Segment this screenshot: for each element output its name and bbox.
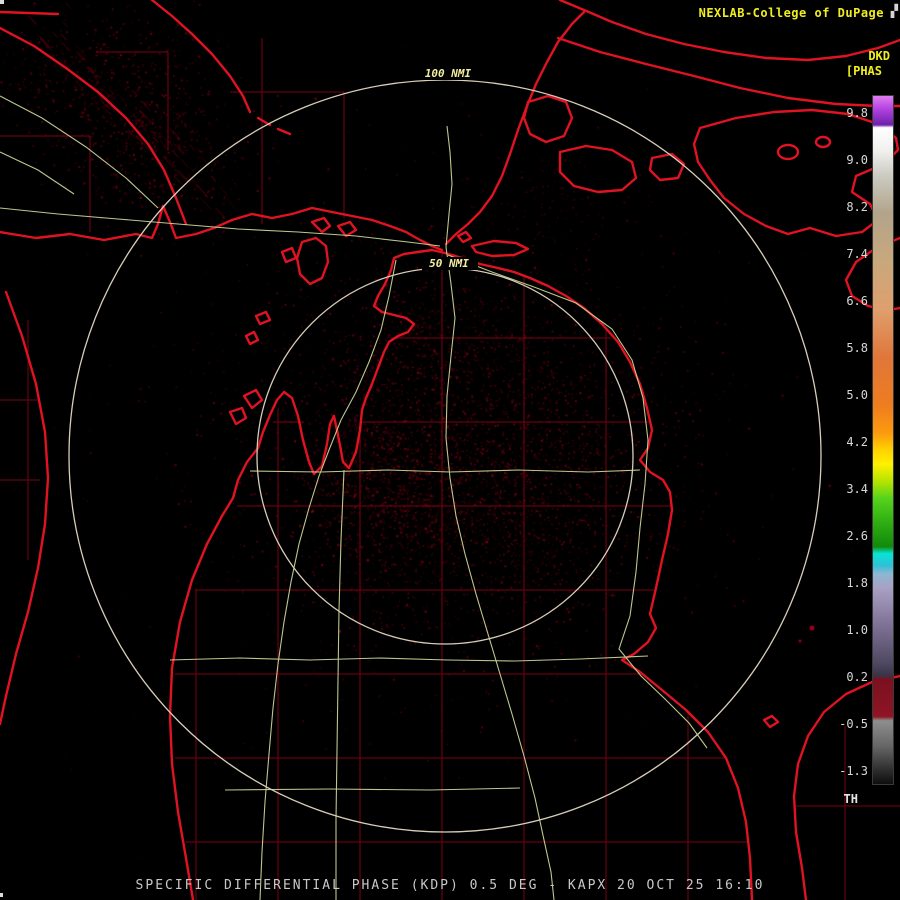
colorbar-tick-label: 1.0 [846, 623, 868, 637]
colorbar-tick-label: 1.8 [846, 576, 868, 590]
colorbar-tick-label: 5.8 [846, 341, 868, 355]
base-map: 50 NMI 100 NMI [0, 0, 900, 900]
colorbar-tick-label: 3.4 [846, 482, 868, 496]
upper-peninsula-county-lines [0, 38, 345, 232]
colorbar-tick-label: 4.2 [846, 435, 868, 449]
st-joseph-drummond-islands [522, 94, 686, 194]
radar-display: 50 NMI 100 NMI NEXLAB-College of DuPage … [0, 0, 900, 900]
frame-corner-marks [0, 0, 4, 897]
lower-michigan-west-coast [168, 248, 447, 900]
wisconsin-lake-michigan-shore [0, 290, 50, 726]
road-wisconsin-1 [0, 95, 159, 209]
colorbar-tick-label: -0.5 [839, 717, 868, 731]
brand-text: NEXLAB-College of DuPage [698, 6, 884, 20]
top-left-border-segment [0, 10, 60, 16]
colorbar-units-label: [PHAS [845, 64, 882, 78]
road-us31-west [259, 259, 397, 900]
shorelines [0, 0, 900, 900]
lower-peninsula-county-grid [172, 253, 752, 900]
colorbar-tick-label: 6.6 [846, 294, 868, 308]
colorbar-tick-label: 7.4 [846, 247, 868, 261]
colorbar-tick-label: 2.6 [846, 529, 868, 543]
road-wisconsin-2 [0, 151, 75, 195]
colorbar-gradient [872, 95, 894, 785]
road-us2-upper-peninsula [0, 207, 441, 247]
colorbar-tick-label: 5.0 [846, 388, 868, 402]
range-ring-50nmi-label: 50 NMI [429, 257, 469, 270]
road-m66-south [335, 469, 345, 900]
county-borders [0, 38, 900, 900]
door-peninsula-shore [150, 0, 292, 136]
green-bay-west-shore [0, 26, 188, 226]
range-ring-50nmi [256, 267, 634, 645]
road-us10-east-west [169, 655, 649, 662]
range-ring-100nmi-label: 100 NMI [425, 67, 472, 80]
road-i75-north [445, 125, 453, 248]
colorbar-product-label: DKD [868, 49, 890, 63]
range-rings: 50 NMI 100 NMI [68, 67, 822, 833]
st-marys-river-shore [444, 10, 586, 246]
range-ring-100nmi [68, 79, 822, 833]
lake-michigan-islands [228, 216, 358, 426]
straits-islands [456, 230, 530, 258]
colorbar-tick-label: -1.3 [839, 764, 868, 778]
product-caption: SPECIFIC DIFFERENTIAL PHASE (KDP) 0.5 DE… [135, 878, 765, 893]
colorbar-tick-label: 9.8 [846, 106, 868, 120]
wisconsin-county-lines [0, 320, 40, 560]
colorbar-bottom-label: TH [843, 792, 858, 806]
colorbar-tick-label: 0.2 [846, 670, 868, 684]
road-i75-south [445, 246, 555, 900]
colorbar-tick-label: 9.0 [846, 153, 868, 167]
road-m72-east-west [249, 469, 641, 473]
colorbar-ticks: 9.8 9.0 8.2 7.4 6.6 5.8 5.0 4.2 3.4 2.6 1.8 1.0 0.2 -… [824, 95, 868, 785]
charity-island [762, 714, 780, 729]
dupage-logo-icon: ▞ [890, 4, 898, 18]
colorbar-tick-label: 8.2 [846, 200, 868, 214]
lower-michigan-east-coast [443, 251, 754, 900]
